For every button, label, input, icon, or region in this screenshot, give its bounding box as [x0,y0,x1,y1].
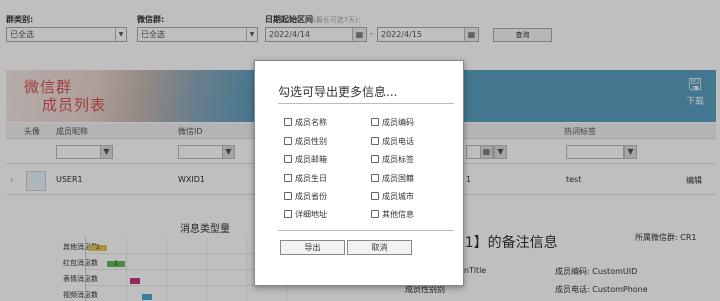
checkbox-icon[interactable] [371,155,379,163]
checkbox-label: 成员生日 [295,174,327,183]
checkbox-icon[interactable] [371,192,379,200]
checkbox-member-province[interactable]: 成员省份 [284,191,327,202]
checkbox-label: 成员标签 [382,155,414,164]
checkbox-icon[interactable] [284,137,292,145]
checkbox-member-city[interactable]: 成员城市 [371,191,414,202]
checkbox-member-phone[interactable]: 成员电话 [371,136,414,147]
divider [278,103,454,104]
checkbox-icon[interactable] [371,118,379,126]
checkbox-member-gender[interactable]: 成员性别 [284,136,327,147]
checkbox-member-email[interactable]: 成员邮箱 [284,154,327,165]
checkbox-label: 成员性别 [295,137,327,146]
checkbox-icon[interactable] [284,118,292,126]
dialog-title: 勾选可导出更多信息... [278,85,398,99]
checkbox-member-tags[interactable]: 成员标签 [371,154,414,165]
checkbox-icon[interactable] [371,174,379,182]
checkbox-member-birthday[interactable]: 成员生日 [284,173,327,184]
checkbox-icon[interactable] [371,210,379,218]
checkbox-label: 详细地址 [295,210,327,219]
checkbox-member-nationality[interactable]: 成员国籍 [371,173,414,184]
checkbox-label: 成员电话 [382,137,414,146]
export-options-dialog: 勾选可导出更多信息... 成员名称 成员编码 成员性别 成员电话 成员邮箱 成员… [254,60,464,286]
checkbox-detail-address[interactable]: 详细地址 [284,209,327,220]
checkbox-member-code[interactable]: 成员编码 [371,117,414,128]
checkbox-label: 成员编码 [382,118,414,127]
checkbox-other-info[interactable]: 其他信息 [371,209,414,220]
export-button[interactable]: 导出 [280,240,345,255]
checkbox-icon[interactable] [284,210,292,218]
checkbox-label: 成员国籍 [382,174,414,183]
checkbox-label: 成员名称 [295,118,327,127]
checkbox-icon[interactable] [284,192,292,200]
checkbox-member-name[interactable]: 成员名称 [284,117,327,128]
checkbox-label: 成员城市 [382,192,414,201]
checkbox-label: 成员省份 [295,192,327,201]
checkbox-icon[interactable] [371,137,379,145]
checkbox-icon[interactable] [284,155,292,163]
divider [278,230,454,231]
checkbox-icon[interactable] [284,174,292,182]
checkbox-label: 其他信息 [382,210,414,219]
checkbox-label: 成员邮箱 [295,155,327,164]
cancel-button[interactable]: 取消 [347,240,412,255]
